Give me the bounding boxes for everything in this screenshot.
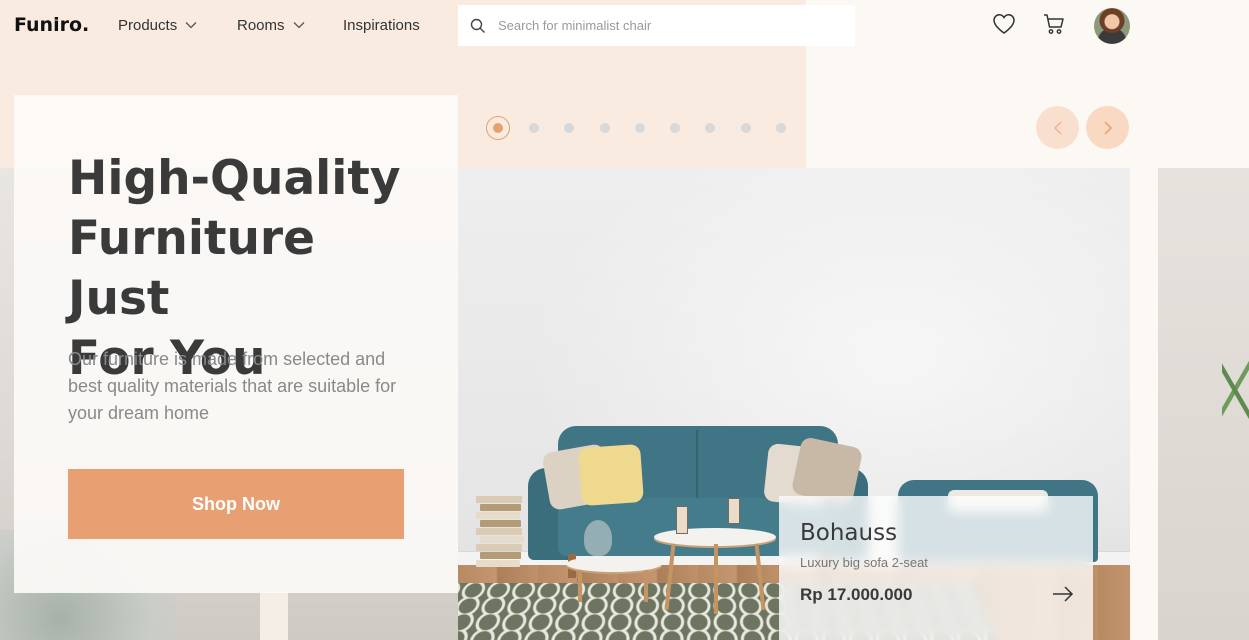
search-bar[interactable] <box>458 5 855 46</box>
plant-decoration <box>1222 350 1249 430</box>
product-price: Rp 17.000.000 <box>800 585 912 605</box>
slider-dot[interactable] <box>635 123 645 133</box>
glass-vase <box>584 520 612 556</box>
chevron-left-icon <box>1053 120 1063 136</box>
floor-strip-decoration <box>260 592 288 640</box>
cart-icon <box>1042 12 1066 36</box>
hero-title-line: High-Quality <box>68 149 428 209</box>
chevron-down-icon <box>185 21 197 29</box>
slider-dot[interactable] <box>486 116 510 140</box>
book-stack <box>476 496 522 580</box>
search-input[interactable] <box>498 18 838 33</box>
slider-prev-button[interactable] <box>1036 106 1079 149</box>
hero-subtitle: Our furniture is made from selected and … <box>68 346 418 427</box>
chevron-down-icon <box>293 21 305 29</box>
product-name: Bohauss <box>800 520 897 546</box>
nav-products[interactable]: Products <box>118 14 197 36</box>
heart-icon <box>992 13 1016 35</box>
nav-inspirations-label: Inspirations <box>343 17 420 34</box>
avatar[interactable] <box>1094 8 1130 44</box>
nav-rooms-label: Rooms <box>237 17 285 34</box>
slider-dot[interactable] <box>600 123 610 133</box>
nav-products-label: Products <box>118 17 177 34</box>
wishlist-button[interactable] <box>991 11 1017 37</box>
search-icon <box>470 18 486 34</box>
logo[interactable]: Funiro. <box>14 14 89 36</box>
product-card[interactable]: Bohauss Luxury big sofa 2-seat Rp 17.000… <box>779 496 1093 640</box>
slider-dot[interactable] <box>776 123 786 133</box>
slider-dot[interactable] <box>529 123 539 133</box>
slider-dot[interactable] <box>670 123 680 133</box>
candle-holder <box>676 506 688 534</box>
nav-rooms[interactable]: Rooms <box>237 14 305 36</box>
nav-inspirations[interactable]: Inspirations <box>343 14 420 36</box>
chevron-right-icon <box>1103 120 1113 136</box>
arrow-right-icon[interactable] <box>1051 585 1075 603</box>
cart-button[interactable] <box>1041 11 1067 37</box>
product-description: Luxury big sofa 2-seat <box>800 555 928 570</box>
slider-dot[interactable] <box>741 123 751 133</box>
hero-card: High-Quality Furniture Just For You Our … <box>14 95 458 593</box>
candle-holder <box>728 498 740 524</box>
slider-next-button[interactable] <box>1086 106 1129 149</box>
shop-now-button[interactable]: Shop Now <box>68 469 404 539</box>
hero-title-line: Furniture Just <box>68 209 428 329</box>
